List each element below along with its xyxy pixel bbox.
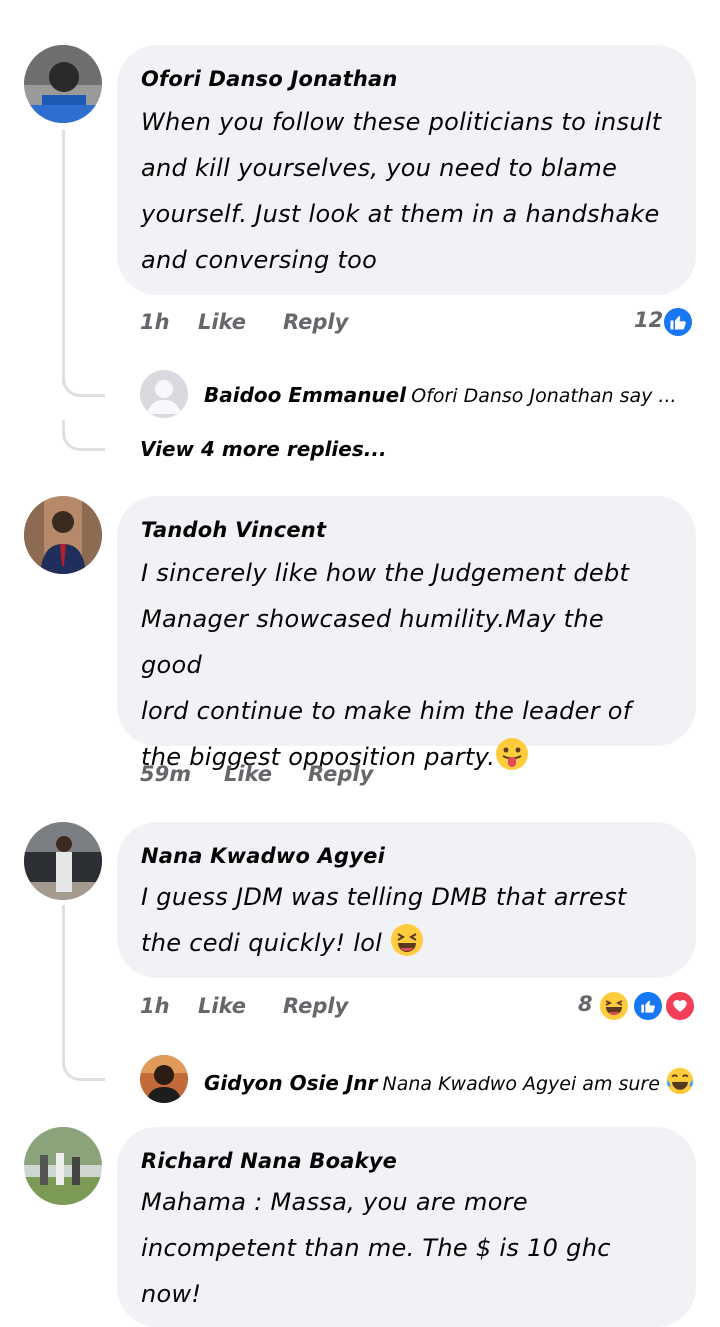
reaction-count[interactable]: 12: [634, 308, 663, 332]
haha-reaction-icon[interactable]: [598, 990, 630, 1022]
comment-time[interactable]: 1h: [140, 994, 170, 1018]
comment-author[interactable]: Nana Kwadwo Agyei: [141, 844, 385, 868]
comment-author[interactable]: Richard Nana Boakye: [141, 1149, 397, 1173]
reply-preview[interactable]: Baidoo Emmanuel Ofori Danso Jonathan say…: [204, 383, 704, 407]
default-avatar-icon[interactable]: [140, 370, 188, 418]
reply-button[interactable]: Reply: [283, 994, 348, 1018]
comment-line: yourself. Just look at them in a handsha…: [141, 200, 660, 228]
comment-text: I sincerely like how the Judgement debt …: [141, 550, 670, 780]
thread-branch: [62, 420, 105, 451]
avatar-richard-nana-boakye[interactable]: [24, 1127, 102, 1205]
comment-line: Manager showcased humility.May the good: [141, 605, 604, 679]
reply-button[interactable]: Reply: [283, 310, 348, 334]
reply-author[interactable]: Baidoo Emmanuel: [204, 383, 406, 407]
like-button[interactable]: Like: [224, 762, 272, 786]
comment-line: Mahama : Massa, you are more: [141, 1188, 528, 1216]
comment-line: I sincerely like how the Judgement debt: [141, 559, 630, 587]
like-button[interactable]: Like: [198, 994, 246, 1018]
like-reaction-icon[interactable]: [632, 990, 664, 1022]
like-button[interactable]: Like: [198, 310, 246, 334]
comment-bubble: Richard Nana Boakye Mahama : Massa, you …: [117, 1127, 696, 1327]
comment-line: the biggest opposition party.: [141, 734, 670, 780]
comment-author[interactable]: Ofori Danso Jonathan: [141, 67, 398, 91]
reply-author[interactable]: Gidyon Osie Jnr: [204, 1071, 377, 1095]
avatar-tandoh-vincent[interactable]: [24, 496, 102, 574]
tears-of-joy-emoji: [666, 1067, 694, 1095]
reaction-count[interactable]: 8: [578, 992, 593, 1016]
thread-branch: [62, 1050, 105, 1081]
comment-time[interactable]: 1h: [140, 310, 170, 334]
comment-text: Mahama : Massa, you are more incompetent…: [141, 1179, 670, 1317]
avatar-gidyon-osie-jnr[interactable]: [140, 1055, 188, 1103]
like-reaction-icon[interactable]: [662, 306, 694, 338]
thread-line: [62, 905, 65, 1065]
laughing-emoji: [391, 924, 424, 956]
comment-text: When you follow these politicians to ins…: [141, 99, 670, 283]
thread-line: [62, 130, 65, 385]
reply-button[interactable]: Reply: [308, 762, 373, 786]
comment-bubble: Nana Kwadwo Agyei I guess JDM was tellin…: [117, 822, 696, 978]
comment-line: When you follow these politicians to ins…: [141, 108, 662, 136]
tongue-out-emoji: [496, 738, 529, 770]
comment-bubble: Tandoh Vincent I sincerely like how the …: [117, 496, 696, 771]
comment-bubble: Ofori Danso Jonathan When you follow the…: [117, 45, 696, 295]
reply-text: Nana Kwadwo Agyei am sure: [382, 1073, 660, 1095]
comment-line: lord continue to make him the leader of: [141, 697, 632, 725]
comment-line: incompetent than me. The $ is 10 ghc now…: [141, 1234, 611, 1308]
comment-author[interactable]: Tandoh Vincent: [141, 518, 326, 542]
comment-line: the cedi quickly! lol: [141, 920, 670, 966]
comment-line: and conversing too: [141, 246, 378, 274]
avatar-nana-kwadwo-agyei[interactable]: [24, 822, 102, 900]
avatar-ofori-danso-jonathan[interactable]: [24, 45, 102, 123]
reply-preview[interactable]: Gidyon Osie Jnr Nana Kwadwo Agyei am sur…: [204, 1066, 704, 1096]
view-more-replies[interactable]: View 4 more replies...: [140, 437, 387, 461]
comment-time[interactable]: 59m: [140, 762, 191, 786]
thread-branch: [62, 370, 105, 397]
reply-text: Ofori Danso Jonathan say ...: [411, 385, 677, 407]
love-reaction-icon[interactable]: [664, 990, 696, 1022]
comment-line: and kill yourselves, you need to blame: [141, 154, 618, 182]
comment-text: I guess JDM was telling DMB that arrest …: [141, 874, 670, 966]
comment-line: I guess JDM was telling DMB that arrest: [141, 883, 627, 911]
